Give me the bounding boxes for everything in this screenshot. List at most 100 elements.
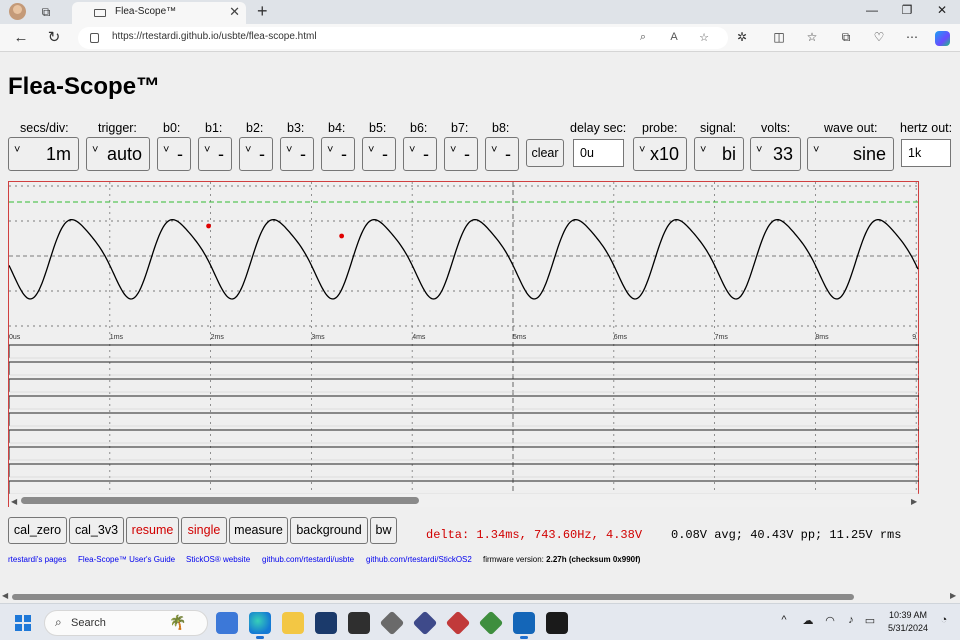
- bw-button[interactable]: bw: [370, 517, 397, 544]
- chevron-down-icon: ˅: [639, 144, 646, 156]
- app-icon-8[interactable]: [412, 610, 438, 636]
- windows-start-icon[interactable]: [15, 615, 31, 631]
- scroll-right-icon[interactable]: ▶: [950, 591, 956, 600]
- read-aloud-icon[interactable]: A: [666, 31, 682, 43]
- secs-div-select[interactable]: ˅ 1m: [8, 137, 79, 171]
- browser-tab[interactable]: Flea-Scope™ ✕: [72, 2, 246, 24]
- minimize-button[interactable]: —: [862, 3, 882, 17]
- zoom-icon[interactable]: ⌕: [635, 31, 651, 44]
- app-icon-10[interactable]: [478, 610, 504, 636]
- link-github-usbte[interactable]: github.com/rtestardi/usbte: [262, 555, 354, 564]
- scope-scrollbar[interactable]: ◀ ▶: [9, 494, 919, 507]
- edge-app-icon[interactable]: [249, 612, 271, 639]
- tab-close-icon[interactable]: ✕: [229, 4, 240, 20]
- b1-select[interactable]: ˅ -: [198, 137, 232, 171]
- scope-display[interactable]: +33V0V-33V 0us1ms2ms3ms4ms5ms6ms7ms8ms9 …: [8, 181, 919, 507]
- signal-select[interactable]: ˅ bi: [694, 137, 744, 171]
- b2-select[interactable]: ˅ -: [239, 137, 273, 171]
- b0-select[interactable]: ˅ -: [157, 137, 191, 171]
- app-icon-9[interactable]: [445, 610, 471, 636]
- stats-readout: 0.08V avg; 40.43V pp; 11.25V rms: [671, 528, 902, 542]
- clear-button[interactable]: clear: [526, 139, 564, 167]
- wave-out-select[interactable]: ˅ sine: [807, 137, 894, 171]
- link-stickos-website[interactable]: StickOS® website: [186, 555, 250, 564]
- extensions-icon[interactable]: ✲: [733, 30, 751, 44]
- single-button[interactable]: single: [181, 517, 227, 544]
- new-tab-button[interactable]: +: [257, 1, 268, 22]
- wave-out-label: wave out:: [824, 121, 878, 135]
- terminal-icon[interactable]: [546, 612, 568, 634]
- scope-scrollbar-thumb[interactable]: [21, 497, 419, 504]
- back-button[interactable]: ←: [12, 29, 30, 47]
- chevron-down-icon: ˅: [450, 144, 457, 156]
- favorites-icon[interactable]: ☆: [803, 30, 821, 44]
- b4-select[interactable]: ˅ -: [321, 137, 355, 171]
- b7-select[interactable]: ˅ -: [444, 137, 478, 171]
- chevron-down-icon: ˅: [163, 144, 170, 156]
- b1-label: b1:: [205, 121, 223, 135]
- battery-icon[interactable]: ▭: [862, 614, 878, 627]
- delay-input[interactable]: 0u: [573, 139, 624, 167]
- page-horizontal-scrollbar[interactable]: ◀ ▶: [0, 591, 960, 603]
- url-field[interactable]: https://rtestardi.github.io/usbte/flea-s…: [78, 27, 728, 49]
- firmware-version: firmware version: 2.27h (checksum 0x990f…: [483, 555, 641, 564]
- scroll-right-icon[interactable]: ▶: [911, 497, 918, 506]
- resume-button[interactable]: resume: [126, 517, 179, 544]
- time-label: 2ms: [211, 334, 225, 341]
- taskbar-clock[interactable]: 10:39 AM 5/31/2024: [880, 609, 936, 635]
- url-text: https://rtestardi.github.io/usbte/flea-s…: [112, 31, 317, 42]
- profile-avatar[interactable]: [9, 3, 26, 20]
- taskbar-search[interactable]: ⌕ Search 🌴: [44, 610, 208, 636]
- b3-select[interactable]: ˅ -: [280, 137, 314, 171]
- cal-zero-button[interactable]: cal_zero: [8, 517, 67, 544]
- probe-select[interactable]: ˅ x10: [633, 137, 687, 171]
- link-users-guide[interactable]: Flea-Scope™ User's Guide: [78, 555, 175, 564]
- browser-tab-bar: ⧉ Flea-Scope™ ✕ + — ❐ ✕: [0, 0, 960, 24]
- trigger-select[interactable]: ˅ auto: [86, 137, 150, 171]
- time-label: 1ms: [110, 334, 124, 341]
- tray-chevron-icon[interactable]: ^: [776, 614, 792, 626]
- app-icon-7[interactable]: [379, 610, 405, 636]
- notification-icon[interactable]: ◔: [936, 614, 952, 626]
- app-icon-11[interactable]: [513, 612, 535, 639]
- volume-icon[interactable]: ♪: [843, 614, 859, 626]
- chevron-down-icon: ˅: [286, 144, 293, 156]
- scroll-left-icon[interactable]: ◀: [11, 497, 18, 506]
- volts-select[interactable]: ˅ 33: [750, 137, 801, 171]
- copilot-icon[interactable]: [935, 31, 950, 46]
- more-menu-icon[interactable]: ⋯: [903, 30, 921, 44]
- b5-select[interactable]: ˅ -: [362, 137, 396, 171]
- measure-button[interactable]: measure: [229, 517, 288, 544]
- scope-canvas[interactable]: +33V0V-33V 0us1ms2ms3ms4ms5ms6ms7ms8ms9 …: [9, 182, 920, 508]
- time-label: 0us: [9, 334, 21, 341]
- windows-taskbar: ⌕ Search 🌴 ^ ☁ ◠ ♪ ▭ 10:39 AM 5/31/2024 …: [0, 603, 960, 640]
- restore-button[interactable]: ❐: [897, 3, 917, 17]
- wifi-icon[interactable]: ◠: [822, 614, 838, 627]
- app-icon-6[interactable]: [348, 612, 370, 634]
- b6-select[interactable]: ˅ -: [403, 137, 437, 171]
- cal-3v3-button[interactable]: cal_3v3: [69, 517, 124, 544]
- collections-icon[interactable]: ⧉: [837, 30, 855, 45]
- b8-select[interactable]: ˅ -: [485, 137, 519, 171]
- file-explorer-icon[interactable]: [282, 612, 304, 634]
- chevron-down-icon: ˅: [92, 144, 99, 156]
- trigger-label: trigger:: [98, 121, 137, 135]
- scroll-left-icon[interactable]: ◀: [2, 591, 8, 600]
- powershell-icon[interactable]: [315, 612, 337, 634]
- mail-app-icon[interactable]: [216, 612, 238, 634]
- b3-label: b3:: [287, 121, 305, 135]
- link-github-stickos2[interactable]: github.com/rtestardi/StickOS2: [366, 555, 472, 564]
- background-button[interactable]: background: [290, 517, 368, 544]
- page-scrollbar-thumb[interactable]: [12, 594, 854, 600]
- link-rtestardi-pages[interactable]: rtestardi's pages: [8, 555, 66, 564]
- onedrive-icon[interactable]: ☁: [800, 614, 816, 627]
- search-icon: ⌕: [55, 615, 62, 629]
- split-screen-icon[interactable]: ◫: [770, 30, 788, 44]
- digital-channels: b0b1b2b3b4b5b6b7b8: [9, 344, 919, 495]
- refresh-button[interactable]: ↻: [45, 29, 63, 47]
- hertz-out-input[interactable]: 1k: [901, 139, 951, 167]
- browser-essentials-icon[interactable]: ♡: [870, 30, 888, 44]
- workspaces-icon[interactable]: ⧉: [38, 4, 54, 20]
- favorite-star-icon[interactable]: ☆: [696, 31, 712, 44]
- close-window-button[interactable]: ✕: [932, 3, 952, 17]
